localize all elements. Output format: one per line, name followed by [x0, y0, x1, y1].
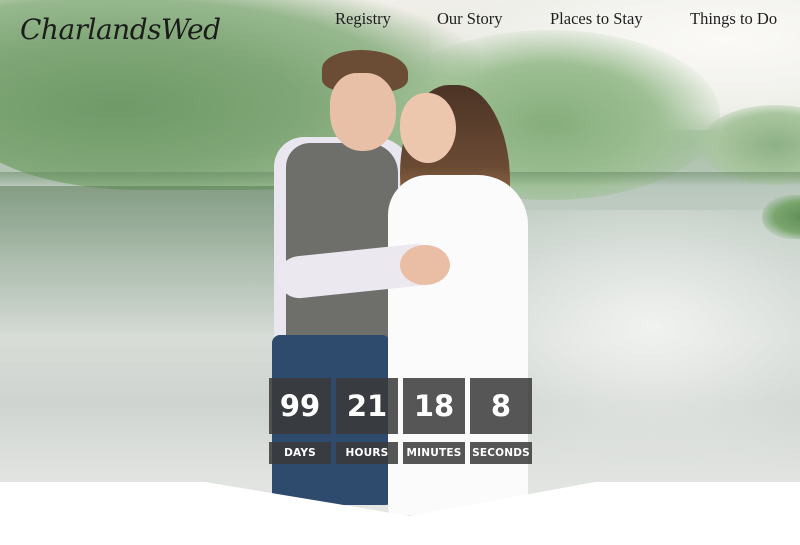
countdown-seconds-value: 8	[470, 378, 532, 434]
section-divider-wedge	[0, 482, 800, 545]
countdown-hours: 21 HOURS	[336, 378, 398, 464]
countdown-hours-value: 21	[336, 378, 398, 434]
countdown-days-value: 99	[269, 378, 331, 434]
nav-item-things-to-do[interactable]: Things to Do	[690, 9, 777, 29]
man-face	[330, 73, 396, 151]
countdown-minutes-value: 18	[403, 378, 465, 434]
countdown-minutes: 18 MINUTES	[403, 378, 465, 464]
hands	[400, 245, 450, 285]
countdown-seconds-label: SECONDS	[470, 442, 532, 464]
main-nav: Registry Our Story Places to Stay Things…	[0, 9, 800, 33]
man-vest	[286, 143, 398, 348]
nav-item-places-to-stay[interactable]: Places to Stay	[550, 9, 643, 29]
countdown-minutes-label: MINUTES	[403, 442, 465, 464]
countdown-days: 99 DAYS	[269, 378, 331, 464]
nav-item-registry[interactable]: Registry	[335, 9, 391, 29]
countdown-seconds: 8 SECONDS	[470, 378, 532, 464]
woman-face	[400, 93, 456, 163]
nav-item-our-story[interactable]: Our Story	[437, 9, 503, 29]
countdown-hours-label: HOURS	[336, 442, 398, 464]
countdown-days-label: DAYS	[269, 442, 331, 464]
countdown-timer: 99 DAYS 21 HOURS 18 MINUTES 8 SECONDS	[269, 378, 532, 466]
